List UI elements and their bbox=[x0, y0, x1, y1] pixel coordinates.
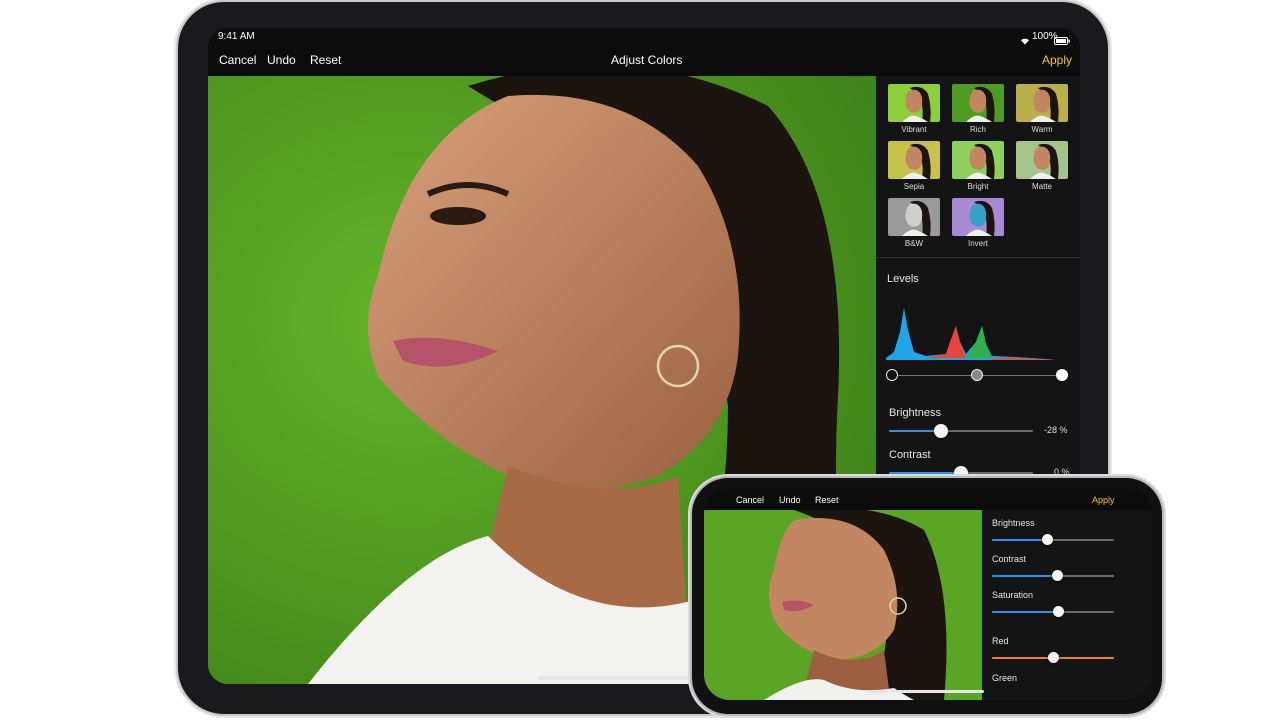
divider bbox=[876, 257, 1080, 258]
reset-button[interactable]: Reset bbox=[310, 53, 341, 67]
phone-contrast-slider[interactable] bbox=[992, 570, 1114, 581]
preset-sepia[interactable]: Sepia bbox=[888, 141, 940, 191]
phone-brightness-slider[interactable] bbox=[992, 534, 1114, 545]
phone-slider-fill bbox=[992, 539, 1047, 541]
brightness-knob[interactable] bbox=[934, 424, 948, 438]
preset-label: Invert bbox=[967, 239, 988, 248]
preset-thumbnail bbox=[888, 141, 940, 179]
wifi-icon bbox=[1020, 32, 1030, 45]
brightness-value: -28 % bbox=[1044, 425, 1068, 435]
preset-bright[interactable]: Bright bbox=[952, 141, 1004, 191]
phone-adjust-panel: Brightness Contrast Saturation Red Green bbox=[982, 510, 1152, 700]
phone-saturation-label: Saturation bbox=[992, 590, 1034, 600]
battery-icon bbox=[1054, 32, 1070, 45]
preset-label: Sepia bbox=[903, 182, 925, 191]
levels-mid-handle[interactable] bbox=[971, 369, 983, 381]
phone-slider-knob[interactable] bbox=[1048, 652, 1059, 663]
home-indicator bbox=[538, 676, 718, 680]
preset-label: Rich bbox=[969, 125, 986, 134]
preset-invert[interactable]: Invert bbox=[952, 198, 1004, 248]
phone-slider-knob[interactable] bbox=[1042, 534, 1053, 545]
levels-histogram bbox=[886, 308, 1056, 360]
phone-contrast-label: Contrast bbox=[992, 554, 1027, 564]
phone-red-label: Red bbox=[992, 636, 1009, 646]
phone-photo bbox=[704, 510, 982, 700]
preset-thumbnail bbox=[888, 84, 940, 122]
contrast-label: Contrast bbox=[889, 449, 931, 461]
page-title: Adjust Colors bbox=[611, 53, 683, 67]
preset-thumbnail bbox=[952, 141, 1004, 179]
contrast-value: 0 % bbox=[1054, 467, 1070, 477]
levels-black-handle[interactable] bbox=[886, 369, 898, 381]
preset-label: Warm bbox=[1031, 125, 1053, 134]
preset-label: Vibrant bbox=[901, 125, 927, 134]
phone-brightness-label: Brightness bbox=[992, 518, 1035, 528]
phone-undo-button[interactable]: Undo bbox=[779, 495, 801, 505]
preset-rich[interactable]: Rich bbox=[952, 84, 1004, 134]
preset-warm[interactable]: Warm bbox=[1016, 84, 1068, 134]
phone-apply-button[interactable]: Apply bbox=[1092, 495, 1115, 505]
preset-bw[interactable]: B&W bbox=[888, 198, 940, 248]
preset-matte[interactable]: Matte bbox=[1016, 141, 1068, 191]
levels-white-handle[interactable] bbox=[1056, 369, 1068, 381]
preset-thumbnail bbox=[1016, 141, 1068, 179]
phone-cancel-button[interactable]: Cancel bbox=[736, 495, 764, 505]
phone-slider-fill bbox=[992, 611, 1058, 613]
levels-label: Levels bbox=[887, 273, 919, 285]
phone-saturation-slider[interactable] bbox=[992, 606, 1114, 617]
contrast-slider[interactable] bbox=[889, 466, 1033, 480]
preset-vibrant[interactable]: Vibrant bbox=[888, 84, 940, 134]
iphone-screen: Cancel Undo Reset Apply Brightness Contra… bbox=[704, 488, 1152, 700]
preset-label: Matte bbox=[1031, 182, 1052, 191]
phone-green-label: Green bbox=[992, 673, 1018, 683]
brightness-slider[interactable] bbox=[889, 424, 1033, 438]
preset-label: Bright bbox=[967, 182, 989, 191]
cancel-button[interactable]: Cancel bbox=[219, 53, 256, 67]
phone-red-slider[interactable] bbox=[992, 652, 1114, 663]
preset-thumbnail bbox=[952, 198, 1004, 236]
preset-thumbnail bbox=[952, 84, 1004, 122]
phone-slider-knob[interactable] bbox=[1052, 570, 1063, 581]
status-time: 9:41 AM bbox=[218, 31, 255, 42]
apply-button[interactable]: Apply bbox=[1042, 53, 1072, 67]
preset-thumbnail bbox=[888, 198, 940, 236]
phone-slider-knob[interactable] bbox=[1053, 606, 1064, 617]
phone-reset-button[interactable]: Reset bbox=[815, 495, 839, 505]
preset-label: B&W bbox=[904, 239, 924, 248]
phone-slider-fill bbox=[992, 575, 1057, 577]
preset-thumbnail bbox=[1016, 84, 1068, 122]
contrast-fill bbox=[889, 472, 961, 474]
phone-home-indicator bbox=[870, 690, 984, 693]
brightness-label: Brightness bbox=[889, 407, 941, 419]
undo-button[interactable]: Undo bbox=[267, 53, 296, 67]
